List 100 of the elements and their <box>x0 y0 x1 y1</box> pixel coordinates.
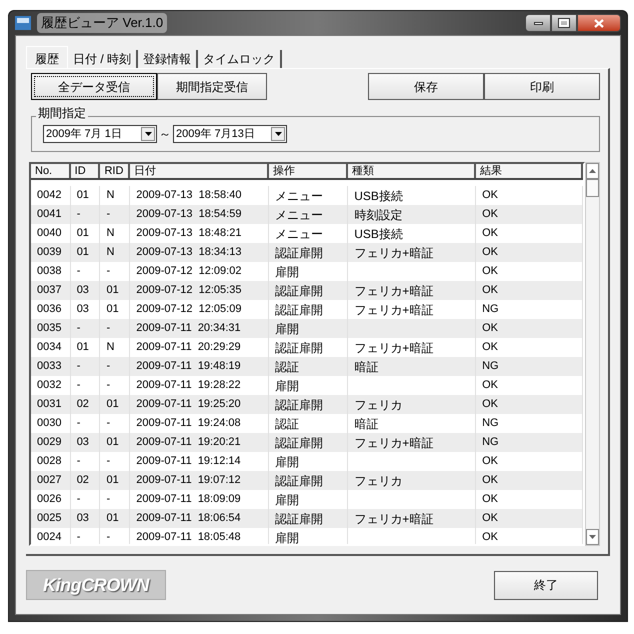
column-header[interactable]: 種類 <box>348 164 476 178</box>
table-cell-text: 扉開 <box>274 454 299 470</box>
table-cell-text: 2009-07-12 12:05:09 <box>136 302 242 318</box>
table-cell-text: OK <box>482 378 498 394</box>
column-header[interactable]: No. <box>31 164 71 178</box>
column-header[interactable]: 操作 <box>268 164 348 178</box>
scrollbar[interactable] <box>585 162 600 546</box>
table-row[interactable]: 0031 02 01 2009-07-11 19:25:20 認証扉開 フェリカ OK <box>31 395 584 414</box>
column-header[interactable]: 結果 <box>476 164 584 178</box>
table-row[interactable]: 0027 02 01 2009-07-11 19:07:12 認証扉開 フェリカ OK <box>31 471 584 490</box>
column-header[interactable]: 日付 <box>130 164 269 178</box>
table-cell-text: フェリカ <box>354 472 402 490</box>
toolbar-button[interactable]: 期間指定受信 <box>157 73 267 100</box>
table-cell-text: 2009-07-11 19:07:12 <box>136 473 241 488</box>
table-row[interactable]: 0033 - - 2009-07-11 19:48:19 認証 暗証 NG <box>31 357 584 376</box>
table-cell-text: 0031 <box>37 397 62 412</box>
table-cell-text: フェリカ <box>354 396 402 414</box>
table-cell-text: OK <box>482 511 498 526</box>
table-row[interactable]: 0025 03 01 2009-07-11 18:06:54 認証扉開 フェリカ+暗証 OK <box>31 509 584 528</box>
column-header[interactable]: ID <box>70 164 100 178</box>
table-cell-text: - <box>76 359 80 374</box>
table-row[interactable]: 0029 03 01 2009-07-11 19:20:21 認証扉開 フェリカ+暗証 NG <box>31 433 584 452</box>
table-cell-text: 認証扉開 <box>274 472 323 490</box>
toolbar-button[interactable]: 全データ受信 <box>31 73 157 100</box>
table-cell-text: 0030 <box>37 416 62 432</box>
table-cell-text: 認証扉開 <box>274 244 323 262</box>
table-row[interactable]: 0041 - - 2009-07-13 18:54:59 メニュー 時刻設定 OK <box>31 205 584 224</box>
table-cell-text: 扉開 <box>274 378 299 394</box>
table-cell-text: 2009-07-13 18:54:59 <box>136 207 242 222</box>
table-cell-text: 0037 <box>37 283 62 298</box>
toolbar-button[interactable]: 保存 <box>368 73 484 100</box>
table-cell-text: 03 <box>76 511 89 526</box>
table-cell-text: - <box>106 492 110 508</box>
table-cell-text: 0035 <box>37 321 62 336</box>
exit-button[interactable]: 終了 <box>494 570 598 600</box>
table-cell-text: 0024 <box>37 530 62 544</box>
close-button[interactable] <box>577 14 621 32</box>
close-icon <box>594 18 604 28</box>
table-cell-text: N <box>106 245 114 260</box>
table-cell-text: OK <box>482 321 498 336</box>
table-cell-text: - <box>106 416 110 432</box>
table-cell-text: 02 <box>76 473 89 488</box>
table-cell-text: 認証扉開 <box>274 510 323 528</box>
table-cell-text: 01 <box>106 397 119 412</box>
toolbar-button[interactable]: 印刷 <box>484 73 600 100</box>
minimize-button[interactable] <box>525 14 551 32</box>
column-header[interactable]: RID <box>100 164 130 178</box>
table-cell-text: USB接続 <box>354 188 403 204</box>
table-cell-text: 0026 <box>37 492 62 508</box>
maximize-button[interactable] <box>551 14 577 32</box>
table-cell-text: - <box>76 378 80 394</box>
brand-logo: KingCROWN <box>26 570 166 600</box>
table-cell-text: OK <box>482 397 498 412</box>
table-cell-text: メニュー <box>274 206 323 224</box>
table-cell-text: 0041 <box>37 207 62 222</box>
table-cell-text: OK <box>482 207 498 222</box>
table-cell-text: 2009-07-13 18:34:13 <box>136 245 242 260</box>
table-cell-text: 03 <box>76 435 89 450</box>
tab[interactable]: 履歴 <box>26 46 68 68</box>
table-cell-text: 0027 <box>37 473 62 488</box>
table-cell-text: USB接続 <box>354 226 403 242</box>
table-cell-text: N <box>106 188 114 204</box>
table-cell-text: 2009-07-11 19:24:08 <box>136 416 241 432</box>
table-row[interactable]: 0035 - - 2009-07-11 20:34:31 扉開 OK <box>31 319 584 338</box>
table-cell-text: 2009-07-11 18:05:48 <box>136 530 241 544</box>
window-title: 履歴ビューア Ver.1.0 <box>37 13 168 33</box>
table-cell-text: 0039 <box>37 245 62 260</box>
scroll-thumb[interactable] <box>586 179 599 197</box>
table-cell-text: 01 <box>106 473 119 488</box>
table-cell-text: OK <box>482 473 498 488</box>
table-cell-text: 0040 <box>37 226 62 242</box>
table-cell-text: 01 <box>106 511 119 526</box>
table-cell-text: 01 <box>106 302 119 318</box>
table-cell-text: フェリカ+暗証 <box>354 244 434 262</box>
table-cell-text: 時刻設定 <box>354 206 402 224</box>
table-cell-text: 0033 <box>37 359 62 374</box>
table-cell-text: フェリカ+暗証 <box>354 510 434 528</box>
table-cell-text: 0025 <box>37 511 62 526</box>
table-cell-text: 01 <box>106 283 119 298</box>
table-cell-text: - <box>76 454 80 470</box>
table-cell-text: - <box>76 321 80 336</box>
table-cell-text: N <box>106 226 114 242</box>
table-cell-text: 0036 <box>37 302 62 318</box>
date-dropdown[interactable]: 2009年 7月 1日 <box>43 125 157 143</box>
table-cell-text: 01 <box>76 340 89 356</box>
table-cell-text: 0028 <box>37 454 62 470</box>
table-cell-text: OK <box>482 454 498 470</box>
table-cell-text: 2009-07-11 18:09:09 <box>136 492 241 508</box>
table-cell-text: - <box>106 378 110 394</box>
scroll-up-icon <box>589 169 596 173</box>
table-cell-text: フェリカ+暗証 <box>354 282 434 300</box>
table-cell-text: N <box>106 340 114 356</box>
table-row[interactable]: 0039 01 N 2009-07-13 18:34:13 認証扉開 フェリカ+暗証 OK <box>31 243 584 262</box>
date-dropdown[interactable]: 2009年 7月13日 <box>173 125 287 143</box>
table-cell-text: 2009-07-11 19:48:19 <box>136 359 241 374</box>
table-cell-text: OK <box>482 245 498 260</box>
table-row[interactable]: 0037 03 01 2009-07-12 12:05:35 認証扉開 フェリカ+暗証 OK <box>31 281 584 300</box>
table-cell-text: 扉開 <box>274 264 299 280</box>
table-cell-text: 01 <box>76 226 89 242</box>
table-cell-text: 認証扉開 <box>274 434 323 452</box>
